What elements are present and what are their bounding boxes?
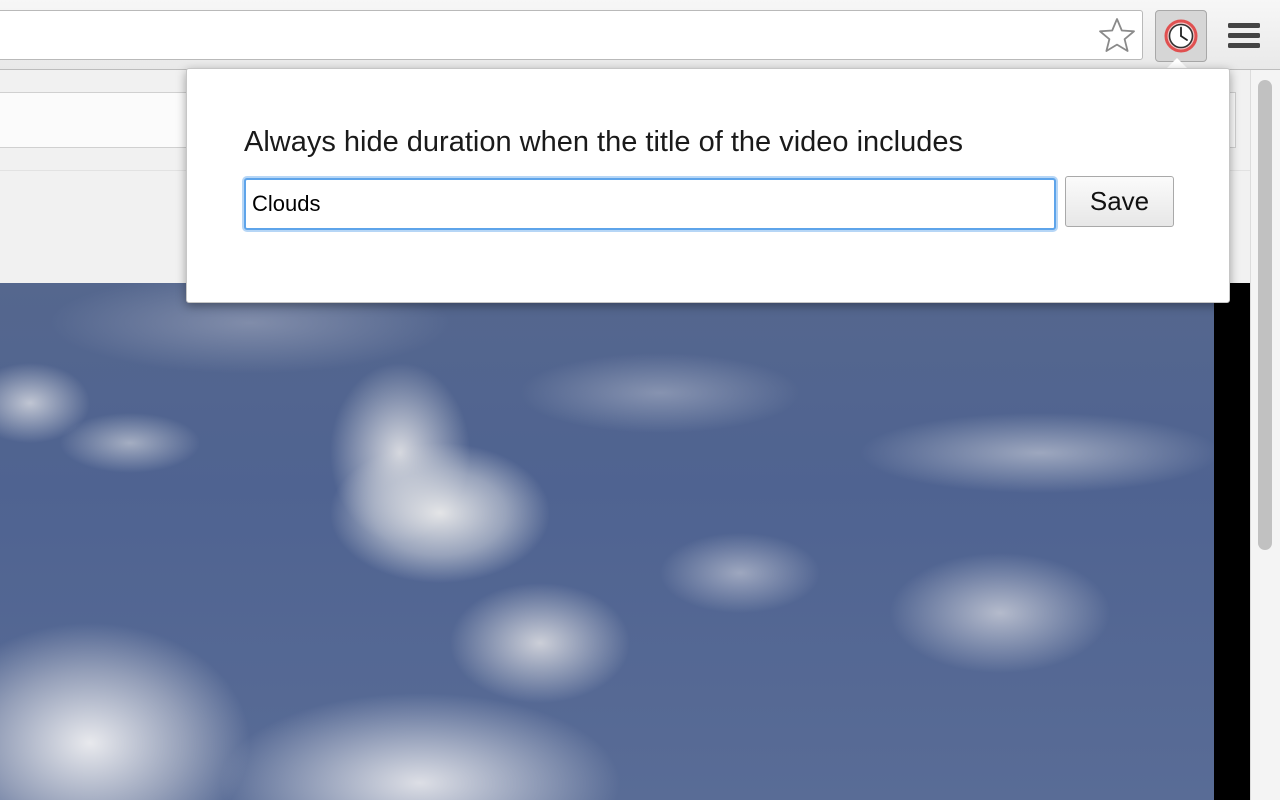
hide-duration-label: Always hide duration when the title of t… xyxy=(244,126,963,158)
star-icon[interactable] xyxy=(1097,16,1137,56)
hamburger-menu-icon[interactable] xyxy=(1224,18,1264,54)
video-letterbox xyxy=(1214,283,1250,800)
extension-popup: Always hide duration when the title of t… xyxy=(186,68,1230,303)
page-scrollbar[interactable] xyxy=(1250,70,1280,800)
scrollbar-thumb[interactable] xyxy=(1258,80,1272,550)
browser-toolbar xyxy=(0,0,1280,70)
clock-icon xyxy=(1164,19,1198,53)
video-player[interactable] xyxy=(0,283,1214,800)
title-keyword-input[interactable] xyxy=(244,178,1056,230)
address-bar[interactable] xyxy=(0,10,1143,60)
extension-button[interactable] xyxy=(1155,10,1207,62)
save-button[interactable]: Save xyxy=(1065,176,1174,227)
